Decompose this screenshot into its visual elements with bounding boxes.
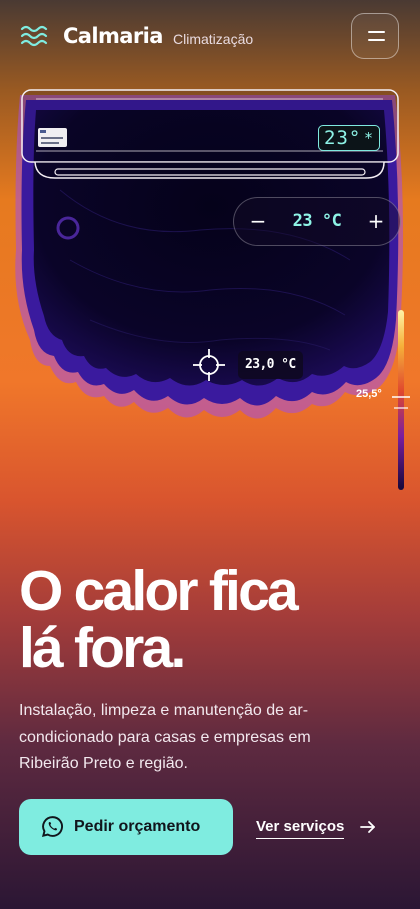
- scale-marker-label: 25,5°: [356, 388, 382, 400]
- increase-temp-button[interactable]: +: [353, 198, 399, 245]
- decrease-temp-button[interactable]: −: [235, 198, 281, 245]
- temperature-scale: [398, 310, 404, 490]
- arrow-right-icon: [360, 821, 375, 833]
- headline-line-1: O calor fica: [19, 559, 299, 623]
- hero-headline: O calor fica lá fora.: [19, 563, 409, 677]
- request-quote-label: Pedir orçamento: [74, 818, 201, 835]
- site-header: Calmaria Climatização: [0, 0, 420, 76]
- brand-subtitle: Climatização: [173, 31, 254, 47]
- view-services-label: Ver serviços: [256, 816, 345, 839]
- whatsapp-icon: [41, 816, 63, 838]
- ac-display-temp: 23°: [324, 127, 362, 149]
- waves-icon: [20, 25, 48, 47]
- request-quote-button[interactable]: Pedir orçamento: [19, 799, 233, 855]
- temperature-value: 23 °C: [292, 211, 342, 231]
- menu-icon: [368, 31, 385, 33]
- crosshair-icon: [193, 349, 225, 381]
- menu-icon-line: [368, 39, 385, 41]
- menu-button[interactable]: [351, 13, 399, 59]
- ac-display-mode: *: [363, 129, 373, 147]
- temperature-stepper: − 23 °C +: [233, 197, 401, 246]
- brand-name[interactable]: Calmaria: [63, 24, 163, 48]
- view-services-link[interactable]: Ver serviços: [256, 816, 380, 842]
- headline-line-2: lá fora.: [19, 616, 186, 680]
- probe-reading: 23,0 °C: [238, 351, 303, 379]
- ac-display: 23° *: [318, 125, 380, 151]
- hero-description: Instalação, limpeza e manutenção de ar-c…: [19, 702, 311, 772]
